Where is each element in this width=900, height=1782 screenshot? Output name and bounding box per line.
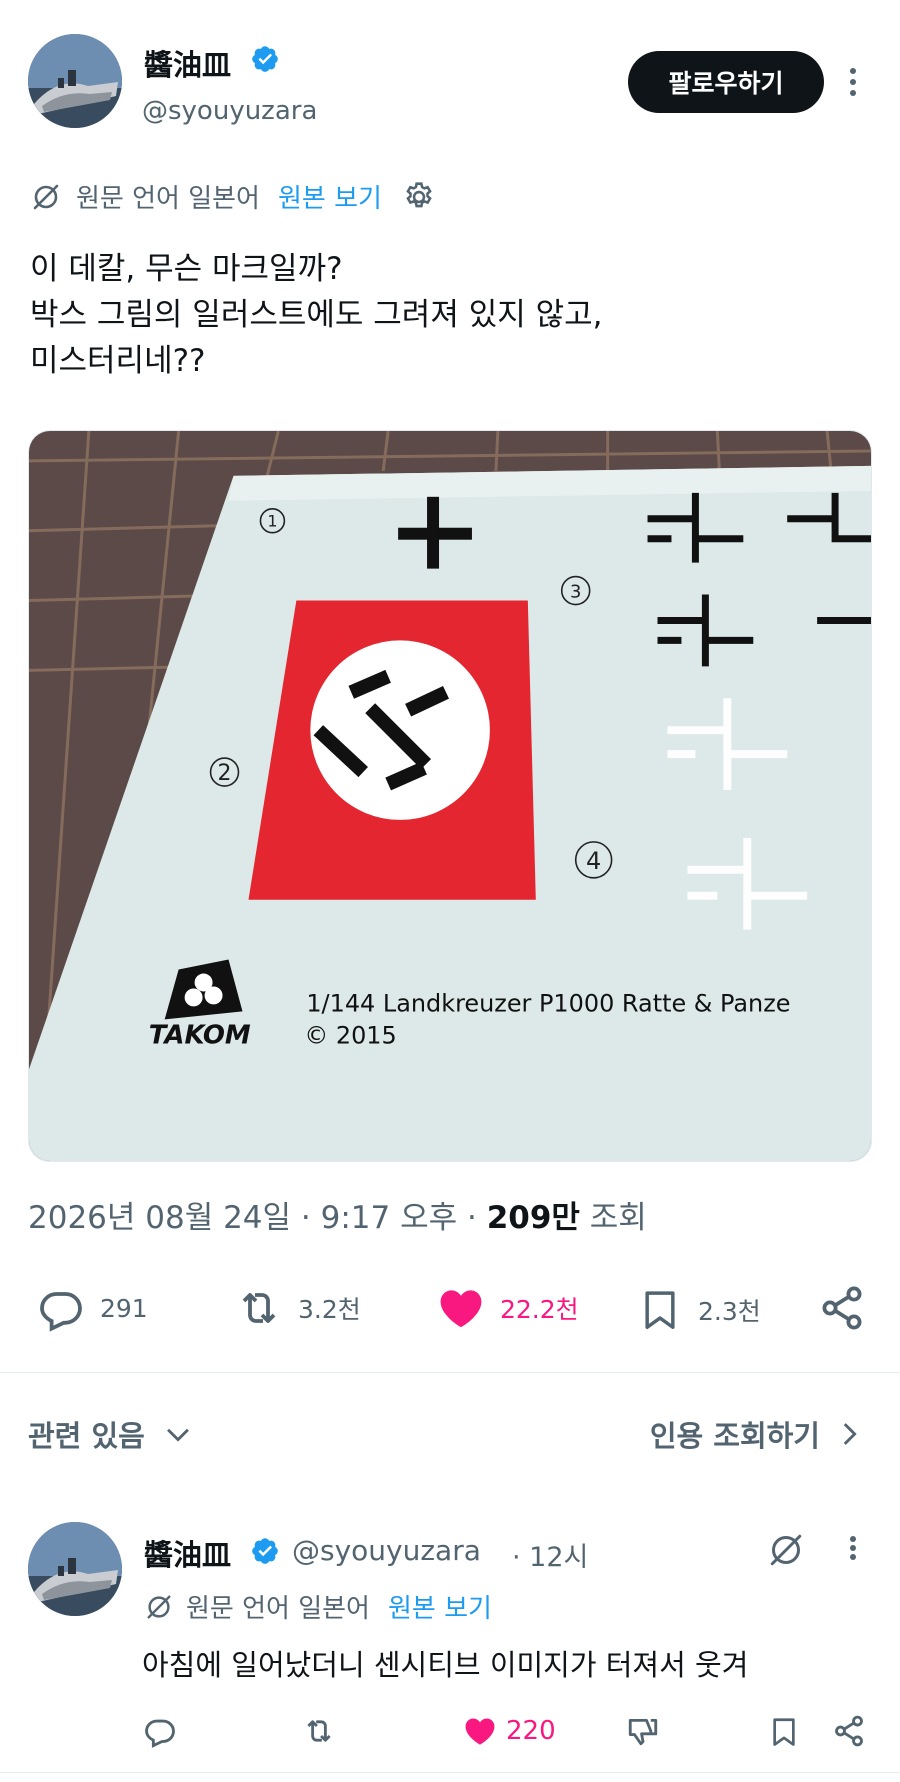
views-label: 조회 xyxy=(579,1200,647,1236)
reply-button[interactable]: 291 xyxy=(36,1284,148,1332)
repost-icon xyxy=(307,1720,331,1742)
bottom-divider xyxy=(0,1772,900,1773)
author-avatar[interactable] xyxy=(28,34,122,128)
photo-brand: TAKOM xyxy=(149,1020,251,1050)
bookmark-icon xyxy=(645,1291,675,1329)
avatar-image xyxy=(28,34,122,128)
tweet-photo[interactable]: 1 2 3 4 TAKOM 1/144 Landkreuzer P1000 Ra… xyxy=(28,430,872,1162)
reply-repost-button[interactable] xyxy=(300,1714,338,1748)
tweet-text-line: 이 데칼, 무슨 마크일까? xyxy=(30,251,343,287)
reply-translation-row: 원문 언어 일본어 원본 보기 xyxy=(144,1588,492,1625)
photo-caption-line1: 1/144 Landkreuzer P1000 Ratte & Panze xyxy=(306,989,790,1017)
reply-icon xyxy=(145,1719,175,1748)
related-label: 관련 있음 xyxy=(28,1419,145,1453)
thumbs-down-icon xyxy=(628,1718,658,1746)
verified-badge-icon xyxy=(252,46,278,72)
bookmark-count: 2.3천 xyxy=(698,1297,761,1326)
reply-count: 291 xyxy=(100,1293,148,1323)
views-count: 209만 xyxy=(486,1200,580,1236)
svg-text:4: 4 xyxy=(586,847,601,875)
reply-like-count: 220 xyxy=(506,1716,556,1746)
translation-row: 원문 언어 일본어 원본 보기 xyxy=(30,178,436,215)
related-dropdown[interactable]: 관련 있음 xyxy=(28,1413,195,1455)
reply-author-handle[interactable]: @syouyuzara xyxy=(292,1534,481,1567)
reply-bookmark-button[interactable] xyxy=(768,1714,800,1750)
svg-text:2: 2 xyxy=(218,761,232,786)
bookmark-button[interactable]: 2.3천 xyxy=(638,1284,761,1336)
repost-button[interactable]: 3.2천 xyxy=(232,1284,361,1332)
view-quotes-label: 인용 조회하기 xyxy=(649,1419,820,1453)
svg-text:1: 1 xyxy=(267,512,277,531)
heart-filled-icon xyxy=(465,1718,495,1745)
verified-badge-icon xyxy=(252,1538,278,1564)
show-original-link[interactable]: 원본 보기 xyxy=(278,178,382,215)
view-quotes-link[interactable]: 인용 조회하기 xyxy=(650,1413,866,1455)
reply-like-button[interactable]: 220 xyxy=(462,1714,556,1748)
reply-icon xyxy=(40,1292,82,1332)
translate-icon xyxy=(147,1594,171,1619)
follow-button[interactable]: 팔로우하기 xyxy=(628,51,824,113)
repost-count: 3.2천 xyxy=(298,1295,361,1324)
reply-translation-label: 원문 언어 일본어 xyxy=(186,1594,370,1624)
reply-author-name[interactable]: 醬油皿 xyxy=(144,1532,231,1574)
tweet-text-line: 미스터리네?? xyxy=(30,343,206,379)
like-button[interactable]: 22.2천 xyxy=(434,1284,579,1332)
share-button[interactable] xyxy=(818,1284,866,1332)
more-options-icon[interactable] xyxy=(843,62,863,102)
author-handle[interactable]: @syouyuzara xyxy=(142,96,317,126)
reply-show-original-link[interactable]: 원본 보기 xyxy=(388,1588,492,1625)
reply-time[interactable]: · 12시 xyxy=(512,1535,588,1574)
author-name[interactable]: 醬油皿 xyxy=(144,42,231,84)
tweet-meta: 2026년 08월 24일 · 9:17 오후 · 209만 조회 xyxy=(28,1192,647,1237)
repost-icon xyxy=(242,1293,276,1323)
reply-text: 아침에 일어났더니 센시티브 이미지가 터져서 웃겨 xyxy=(142,1648,749,1682)
reply-more-options-icon[interactable] xyxy=(843,1530,863,1566)
reply-downvote-button[interactable] xyxy=(624,1714,662,1748)
section-divider xyxy=(0,1372,900,1373)
bookmark-icon xyxy=(773,1718,795,1746)
photo-caption-line2: © 2015 xyxy=(304,1021,396,1049)
share-icon xyxy=(835,1715,863,1747)
chevron-right-icon xyxy=(843,1423,857,1445)
chevron-down-icon xyxy=(166,1428,189,1442)
svg-text:3: 3 xyxy=(570,582,581,603)
translate-icon[interactable] xyxy=(766,1530,806,1570)
tweet-timestamp[interactable]: 2026년 08월 24일 · 9:17 오후 · xyxy=(28,1200,487,1236)
reply-share-button[interactable] xyxy=(832,1714,866,1748)
reply-author-avatar[interactable] xyxy=(28,1522,122,1616)
heart-filled-icon xyxy=(440,1290,482,1328)
share-icon xyxy=(822,1286,862,1330)
settings-gear-icon[interactable] xyxy=(402,180,436,214)
decal-sheet-photo: 1 2 3 4 TAKOM 1/144 Landkreuzer P1000 Ra… xyxy=(29,431,871,1161)
tweet-text: 이 데칼, 무슨 마크일까? 박스 그림의 일러스트에도 그려져 있지 않고, … xyxy=(30,246,870,384)
like-count: 22.2천 xyxy=(500,1295,579,1324)
avatar-image xyxy=(28,1522,122,1616)
reply-reply-button[interactable] xyxy=(142,1714,178,1748)
translate-icon xyxy=(33,184,59,209)
action-bar: 291 3.2천 22.2천 2.3천 xyxy=(0,1270,900,1350)
translation-label: 원문 언어 일본어 xyxy=(76,184,260,214)
tweet-text-line: 박스 그림의 일러스트에도 그려져 있지 않고, xyxy=(30,297,603,333)
